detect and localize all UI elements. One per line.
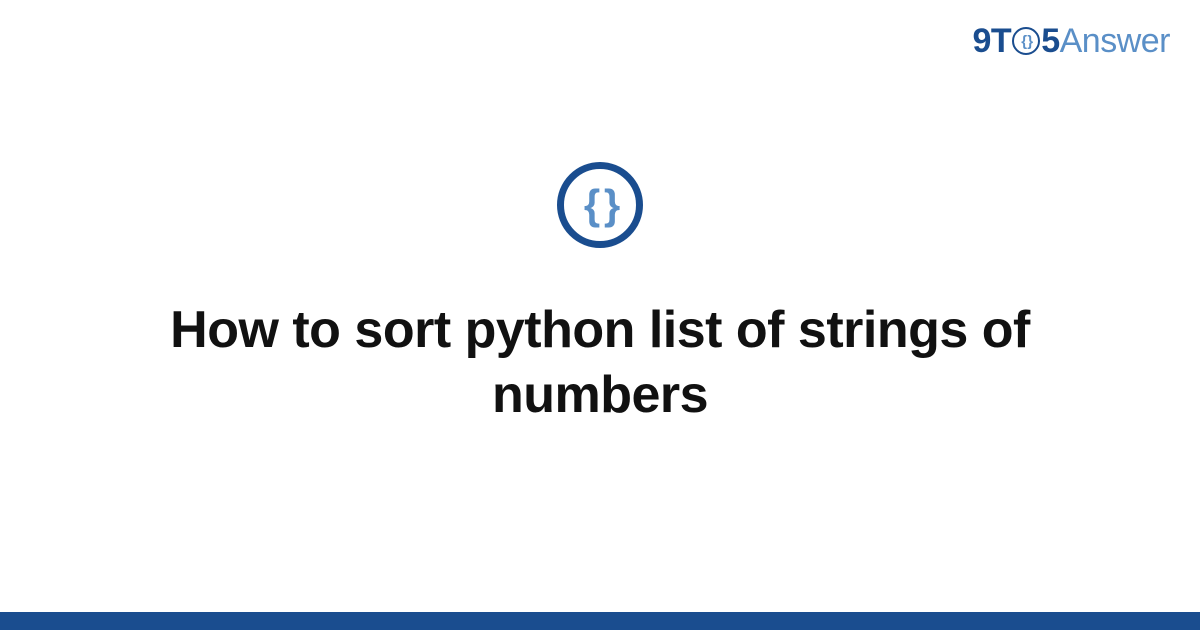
category-icon: { }	[557, 162, 643, 248]
page-title: How to sort python list of strings of nu…	[80, 298, 1120, 428]
bottom-accent-bar	[0, 612, 1200, 630]
code-braces-icon: { }	[584, 181, 616, 229]
main-content: { } How to sort python list of strings o…	[0, 0, 1200, 630]
